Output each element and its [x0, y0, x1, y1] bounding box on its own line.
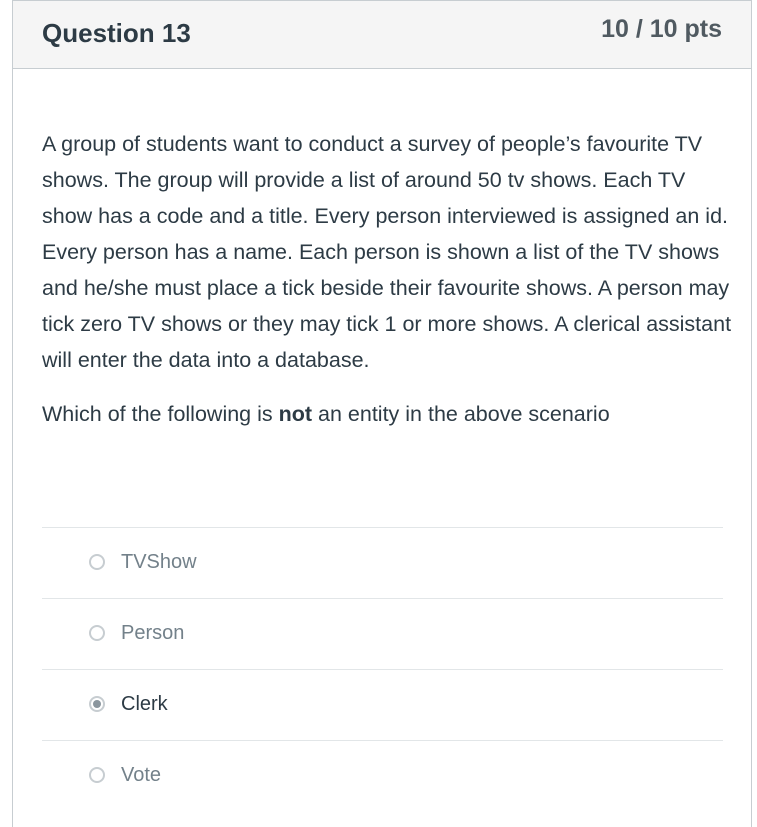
question-prompt: Which of the following is not an entity …: [42, 396, 732, 432]
answer-option-clerk[interactable]: Clerk: [42, 669, 723, 740]
prompt-bold: not: [278, 402, 313, 426]
question-points: 10 / 10 pts: [601, 15, 722, 43]
radio-button-selected[interactable]: [89, 696, 105, 712]
prompt-before: Which of the following is: [42, 402, 279, 426]
prompt-after: an entity in the above scenario: [312, 402, 610, 426]
question-card: Question 13 10 / 10 pts A group of stude…: [12, 0, 752, 827]
answer-label: Clerk: [121, 693, 168, 715]
question-title: Question 13: [42, 18, 191, 48]
answer-option-person[interactable]: Person: [42, 598, 723, 669]
radio-button[interactable]: [89, 767, 105, 783]
answer-label: TVShow: [121, 551, 197, 573]
answer-label: Vote: [121, 764, 162, 786]
answer-list: TVShow Person Clerk Vote: [42, 527, 723, 811]
radio-button[interactable]: [89, 554, 105, 570]
question-header: Question 13 10 / 10 pts: [13, 0, 751, 69]
question-text: A group of students want to conduct a su…: [42, 132, 732, 372]
answer-option-tvshow[interactable]: TVShow: [42, 527, 723, 598]
answer-label: Person: [121, 622, 185, 644]
answer-option-vote[interactable]: Vote: [42, 740, 723, 811]
radio-button[interactable]: [89, 625, 105, 641]
question-body: A group of students want to conduct a su…: [42, 126, 732, 432]
